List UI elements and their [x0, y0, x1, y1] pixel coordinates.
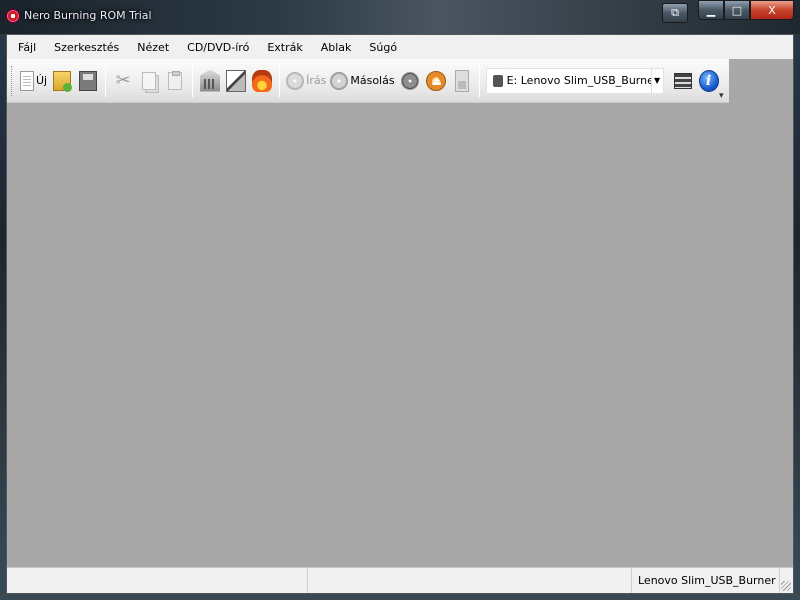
disc-info-icon [400, 71, 419, 90]
window-controls: ⧉ ▁ □ X [662, 0, 794, 23]
resize-grip-icon[interactable] [781, 581, 791, 591]
mdi-workspace [7, 103, 793, 567]
drive-status-icon [454, 69, 469, 92]
write-disc-icon [286, 71, 305, 90]
menu-file[interactable]: Fájl [15, 39, 39, 56]
drive-status-button[interactable] [451, 64, 473, 98]
client-area: Fájl Szerkesztés Nézet CD/DVD-író Extrák… [6, 34, 794, 594]
dropdown-arrow-icon[interactable]: ▼ [650, 68, 663, 93]
status-pane-1 [7, 568, 308, 593]
save-button[interactable] [77, 64, 99, 98]
menu-view[interactable]: Nézet [134, 39, 172, 56]
menu-help[interactable]: Súgó [366, 39, 400, 56]
status-drive-name: Lenovo Slim_USB_Burner [632, 568, 780, 593]
archive-building-icon [200, 69, 221, 92]
copy-disc-button[interactable]: Másolás [330, 64, 395, 98]
database-button[interactable] [199, 64, 221, 98]
toolbar-separator [105, 64, 107, 97]
toolbar-separator [192, 64, 194, 97]
save-floppy-icon [79, 70, 98, 91]
disc-info-button[interactable] [399, 64, 421, 98]
eject-button[interactable] [425, 64, 447, 98]
menu-bar: Fájl Szerkesztés Nézet CD/DVD-író Extrák… [7, 35, 793, 59]
copy-disc-icon [330, 71, 349, 90]
drive-icon [492, 74, 503, 87]
menu-extras[interactable]: Extrák [264, 39, 305, 56]
nero-logo-icon[interactable] [6, 9, 20, 23]
open-folder-icon [53, 70, 73, 92]
new-button-label: Új [36, 74, 48, 87]
burn-button[interactable] [251, 64, 273, 98]
eject-icon [425, 70, 447, 92]
info-icon: i [698, 69, 719, 92]
open-button[interactable] [51, 64, 73, 98]
status-bar: Lenovo Slim_USB_Burner [7, 567, 793, 593]
paste-button[interactable] [164, 64, 186, 98]
flame-icon [252, 69, 273, 92]
toolbar-separator [478, 64, 480, 97]
cut-button[interactable]: ✂ [112, 64, 134, 98]
paste-clipboard-icon [168, 70, 183, 90]
cover-designer-icon [226, 69, 247, 92]
close-button[interactable]: X [750, 0, 794, 20]
switch-window-button[interactable]: ⧉ [662, 3, 688, 23]
new-document-icon [20, 70, 34, 91]
maximize-button[interactable]: □ [724, 0, 750, 20]
toolbar-separator [279, 64, 281, 97]
title-bar[interactable]: Nero Burning ROM Trial ⧉ ▁ □ X [0, 0, 800, 34]
copy-disc-label: Másolás [350, 74, 395, 87]
copy-icon [142, 71, 157, 90]
info-button[interactable]: i [698, 64, 720, 98]
menu-edit[interactable]: Szerkesztés [51, 39, 122, 56]
menu-recorder[interactable]: CD/DVD-író [184, 39, 252, 56]
scissors-icon: ✂ [115, 69, 131, 91]
write-button-label: Írás [306, 74, 327, 87]
device-list-icon [673, 72, 692, 89]
main-toolbar: Új ✂ Írás Másolás ⏏ E: Lenovo Slim_USB_B… [7, 59, 729, 103]
minimize-button[interactable]: ▁ [698, 0, 724, 20]
window-title: Nero Burning ROM Trial [24, 9, 152, 22]
write-button[interactable]: Írás [286, 64, 326, 98]
copy-button[interactable] [138, 64, 160, 98]
drive-selector-value: E: Lenovo Slim_USB_Burner [506, 74, 651, 87]
new-button[interactable]: Új [20, 64, 47, 98]
device-list-button[interactable] [672, 64, 694, 98]
menu-window[interactable]: Ablak [318, 39, 355, 56]
toolbar-gutter [729, 59, 793, 103]
toolbar-grip[interactable] [11, 65, 14, 96]
status-pane-2 [308, 568, 632, 593]
cover-designer-button[interactable] [225, 64, 247, 98]
drive-selector[interactable]: E: Lenovo Slim_USB_Burner ▼ [485, 67, 664, 94]
toolbar-overflow-chevron-icon[interactable]: ▾ [719, 91, 724, 101]
app-window: Nero Burning ROM Trial ⧉ ▁ □ X Fájl Szer… [0, 0, 800, 600]
